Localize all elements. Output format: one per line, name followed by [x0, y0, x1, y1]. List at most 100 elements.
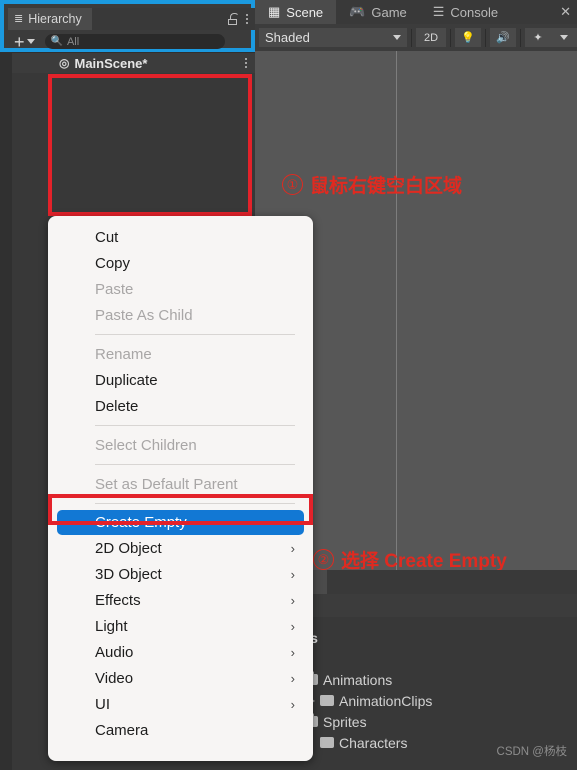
context-menu-item-label: Light: [95, 617, 128, 635]
speaker-icon[interactable]: 🔊: [490, 28, 517, 47]
annotation-box-empty-area: [48, 74, 252, 216]
toolbar-separator: [520, 28, 521, 47]
tab-scene-label: Scene: [286, 4, 324, 20]
context-menu-separator: [95, 425, 295, 426]
plus-icon: +: [14, 31, 25, 52]
context-menu-separator: [95, 464, 295, 465]
context-menu-item-label: Copy: [95, 254, 131, 272]
hierarchy-panel-highlight: ≣ Hierarchy + 🔍 All: [0, 0, 255, 52]
context-menu-item-paste: Paste: [48, 276, 313, 302]
scene-game-console-tabbar: ▦ Scene 🎮 Game ☰ Console ✕: [255, 0, 577, 24]
chevron-right-icon: ›: [290, 618, 295, 634]
chevron-right-icon: ›: [290, 670, 295, 686]
context-menu-item-copy[interactable]: Copy: [48, 250, 313, 276]
tab-game[interactable]: 🎮 Game: [336, 0, 420, 24]
hierarchy-kebab-menu-icon[interactable]: [245, 13, 248, 25]
annotation-marker-1: ①: [282, 174, 303, 195]
toolbar-separator: [485, 28, 487, 47]
context-menu-item-2d-object[interactable]: 2D Object ›: [48, 535, 313, 561]
context-menu-item-label: Rename: [95, 345, 152, 363]
toolbar-separator: [450, 28, 452, 47]
annotation-step-2: ② 选择 Create Empty: [313, 546, 507, 573]
hierarchy-tabbar-actions: [227, 13, 256, 25]
context-menu-item-label: Effects: [95, 591, 141, 609]
chevron-right-icon: ›: [290, 540, 295, 556]
context-menu-item-label: Paste: [95, 280, 134, 298]
hierarchy-tab-label: Hierarchy: [28, 12, 82, 26]
hierarchy-search-input[interactable]: 🔍 All: [44, 34, 225, 49]
context-menu-item-video[interactable]: Video ›: [48, 665, 313, 691]
grid-icon: ▦: [268, 4, 281, 19]
folder-icon: [320, 737, 334, 748]
hierarchy-scene-row[interactable]: ◎ MainScene*: [12, 53, 255, 73]
watermark-label: CSDN @杨枝: [496, 746, 567, 758]
context-menu-item-label: Audio: [95, 643, 134, 661]
chevron-right-icon: ›: [290, 566, 295, 582]
unity-scene-icon: ◎: [59, 56, 70, 70]
chevron-right-icon: ›: [290, 696, 295, 712]
project-tree-label: Characters: [339, 734, 408, 751]
toolbar-separator: [411, 28, 413, 47]
annotation-box-create-empty: [48, 494, 313, 525]
scene-kebab-menu-icon[interactable]: [244, 57, 247, 69]
search-icon: 🔍: [50, 36, 63, 47]
context-menu-item-rename: Rename: [48, 341, 313, 367]
chevron-right-icon: ›: [290, 644, 295, 660]
context-menu-item-camera[interactable]: Camera: [48, 717, 313, 743]
draw-mode-dropdown[interactable]: Shaded: [259, 28, 408, 47]
context-menu-item-label: 3D Object: [95, 565, 162, 583]
tab-scene[interactable]: ▦ Scene: [255, 0, 337, 24]
project-tree-label: Animations: [323, 671, 393, 688]
context-menu-separator: [95, 334, 295, 335]
annotation-text-1: 鼠标右键空白区域: [310, 176, 463, 197]
lightbulb-icon[interactable]: 💡: [455, 28, 482, 47]
chevron-down-icon: [26, 39, 35, 44]
tab-game-label: Game: [371, 4, 407, 20]
context-menu-list: Cut Copy Paste Paste As Child Rename Duplicat…: [48, 224, 313, 743]
toggle-2d-button[interactable]: 2D: [416, 28, 447, 47]
effects-dropdown-button[interactable]: [551, 28, 577, 47]
context-menu-item-select-children: Select Children: [48, 432, 313, 458]
tab-console[interactable]: ☰ Console: [420, 0, 511, 24]
effects-icon[interactable]: ✦: [525, 28, 551, 47]
chevron-down-icon: [393, 35, 402, 40]
hierarchy-tabbar: ≣ Hierarchy: [8, 8, 255, 30]
context-menu-item-delete[interactable]: Delete: [48, 393, 313, 419]
add-gameobject-button[interactable]: +: [14, 31, 35, 52]
toggle-2d-label: 2D: [424, 31, 439, 44]
context-menu-item-paste-as-child: Paste As Child: [48, 302, 313, 328]
project-tree-label: AnimationClips: [339, 692, 433, 709]
context-menu-item-ui[interactable]: UI ›: [48, 691, 313, 717]
context-menu-item-duplicate[interactable]: Duplicate: [48, 367, 313, 393]
annotation-text-2: 选择 Create Empty: [341, 551, 507, 572]
context-menu-item-label: Video: [95, 669, 134, 687]
chevron-right-icon: ›: [290, 592, 295, 608]
context-menu-item-label: Set as Default Parent: [95, 475, 238, 493]
console-lines-icon: ☰: [432, 4, 445, 19]
context-menu-item-effects[interactable]: Effects ›: [48, 587, 313, 613]
chevron-down-icon: [560, 35, 568, 40]
close-icon[interactable]: ✕: [560, 4, 577, 20]
context-menu-item-cut[interactable]: Cut: [48, 224, 313, 250]
tab-hierarchy[interactable]: ≣ Hierarchy: [8, 8, 92, 30]
gamepad-icon: 🎮: [349, 4, 366, 19]
scene-view-toolbar: Shaded 2D 💡 🔊 ✦: [255, 24, 577, 51]
search-placeholder-label: All: [66, 35, 80, 48]
context-menu-item-label: Select Children: [95, 436, 197, 454]
scene-vertical-guide: [396, 51, 397, 570]
context-menu-item-label: Delete: [95, 397, 139, 415]
annotation-marker-2: ②: [313, 549, 334, 570]
context-menu-item-label: Cut: [95, 228, 119, 246]
unity-editor-window: ◎ MainScene* ≣ Hierarchy + 🔍 All ▦ Scene…: [0, 0, 577, 770]
context-menu-item-label: UI: [95, 695, 110, 713]
hierarchy-toolbar: + 🔍 All: [8, 31, 255, 52]
lock-open-icon[interactable]: [227, 13, 239, 25]
hierarchy-context-menu[interactable]: Cut Copy Paste Paste As Child Rename Duplicat…: [48, 216, 313, 761]
context-menu-item-3d-object[interactable]: 3D Object ›: [48, 561, 313, 587]
context-menu-item-label: 2D Object: [95, 539, 162, 557]
draw-mode-label: Shaded: [265, 30, 310, 45]
folder-icon: [320, 695, 334, 706]
project-tree-label: Sprites: [323, 713, 367, 730]
context-menu-item-audio[interactable]: Audio ›: [48, 639, 313, 665]
context-menu-item-light[interactable]: Light ›: [48, 613, 313, 639]
